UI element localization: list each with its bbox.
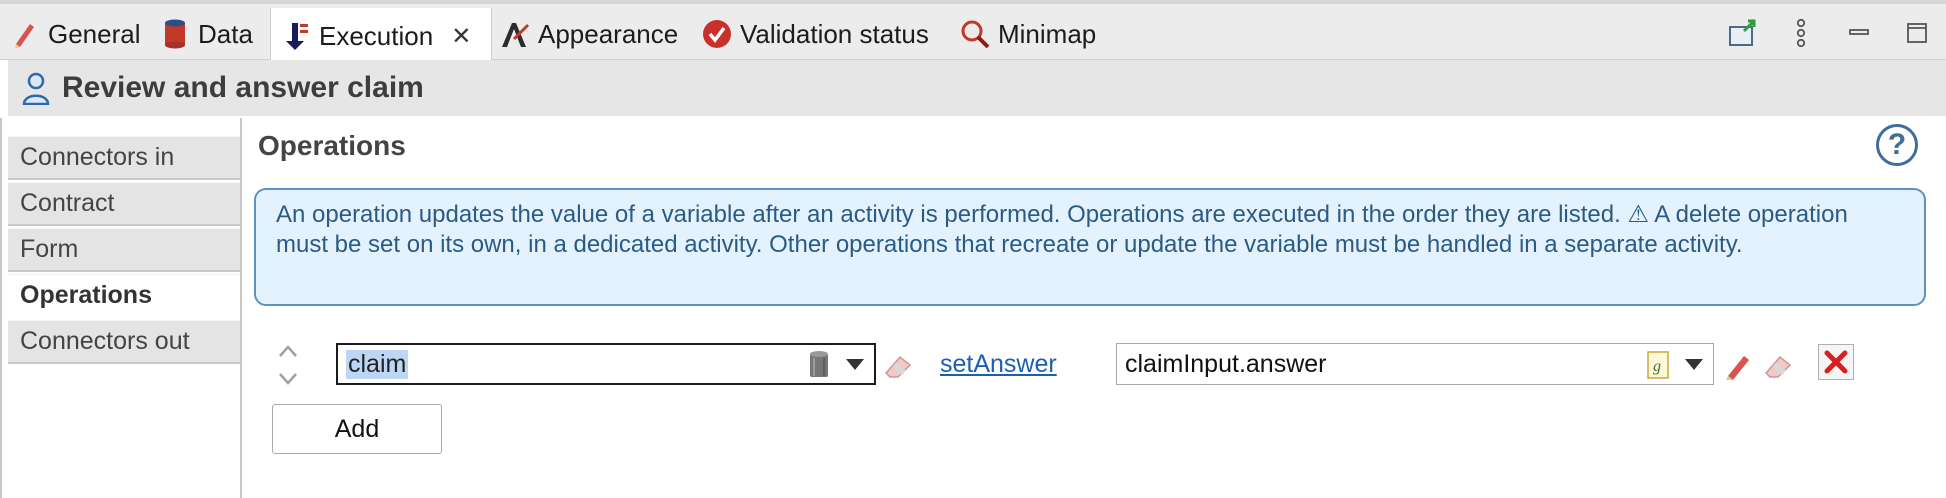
tab-minimap-label: Minimap <box>998 18 1097 49</box>
nav-item-contract[interactable]: Contract <box>8 182 241 226</box>
expression-field[interactable]: claimInput.answer g <box>1116 343 1714 385</box>
database-icon <box>160 19 190 49</box>
tab-validation-status[interactable]: Validation status <box>702 8 929 60</box>
view-menu-icon[interactable] <box>1786 18 1816 48</box>
tab-data[interactable]: Data <box>160 8 253 60</box>
eraser-icon[interactable] <box>882 347 916 381</box>
tab-general-label: General <box>48 18 141 49</box>
nav-item-connectors-in[interactable]: Connectors in <box>8 136 241 180</box>
add-operation-button[interactable]: Add <box>272 404 442 454</box>
open-in-new-window-icon[interactable] <box>1728 18 1758 48</box>
section-title: Operations <box>258 130 406 161</box>
nav-item-connectors-out[interactable]: Connectors out <box>8 320 241 364</box>
page-title: Review and answer claim <box>62 71 424 104</box>
move-up-icon[interactable] <box>278 344 298 358</box>
info-message: An operation updates the value of a vari… <box>254 188 1926 306</box>
tab-appearance[interactable]: Appearance <box>500 8 678 60</box>
user-task-icon <box>16 68 56 108</box>
tab-validation-status-label: Validation status <box>740 18 929 49</box>
delete-operation-button[interactable] <box>1818 344 1854 380</box>
appearance-icon <box>500 19 530 49</box>
minimize-icon[interactable] <box>1844 18 1874 48</box>
execution-section-nav: Connectors in Contract Form Operations C… <box>8 136 241 366</box>
variable-value: claim <box>346 349 409 379</box>
variable-type-icon <box>810 351 828 377</box>
maximize-icon[interactable] <box>1902 18 1932 48</box>
tab-general[interactable]: General <box>10 8 141 60</box>
nav-item-form[interactable]: Form <box>8 228 241 272</box>
help-icon[interactable]: ? <box>1876 124 1918 166</box>
tab-appearance-label: Appearance <box>538 18 679 49</box>
tab-execution[interactable]: Execution ✕ <box>270 8 492 64</box>
tab-execution-label: Execution <box>319 20 434 51</box>
tab-data-label: Data <box>198 18 253 49</box>
reorder-controls <box>276 344 300 386</box>
editor-tab-bar: General Data Execution ✕ Appearance Vali… <box>0 0 1946 64</box>
eraser-icon[interactable] <box>1762 347 1796 381</box>
chevron-down-icon[interactable] <box>1685 359 1703 370</box>
task-header: Review and answer claim <box>8 60 1946 116</box>
variable-combo[interactable]: claim <box>336 343 876 385</box>
operator-link[interactable]: setAnswer <box>940 350 1057 379</box>
pencil-icon <box>10 19 40 49</box>
script-icon: g <box>1647 351 1669 379</box>
magnifier-icon <box>960 19 990 49</box>
edit-expression-icon[interactable] <box>1724 350 1754 380</box>
check-circle-icon <box>702 19 732 49</box>
execution-icon <box>281 21 311 51</box>
tab-minimap[interactable]: Minimap <box>960 8 1096 60</box>
move-down-icon[interactable] <box>278 372 298 386</box>
close-tab-icon[interactable]: ✕ <box>451 22 471 51</box>
nav-divider <box>240 118 242 498</box>
svg-text:g: g <box>1653 358 1661 375</box>
expression-value: claimInput.answer <box>1125 349 1327 378</box>
chevron-down-icon[interactable] <box>846 359 864 370</box>
delete-icon <box>1824 350 1848 374</box>
nav-item-operations[interactable]: Operations <box>8 274 241 318</box>
panel-border-left <box>0 118 2 498</box>
